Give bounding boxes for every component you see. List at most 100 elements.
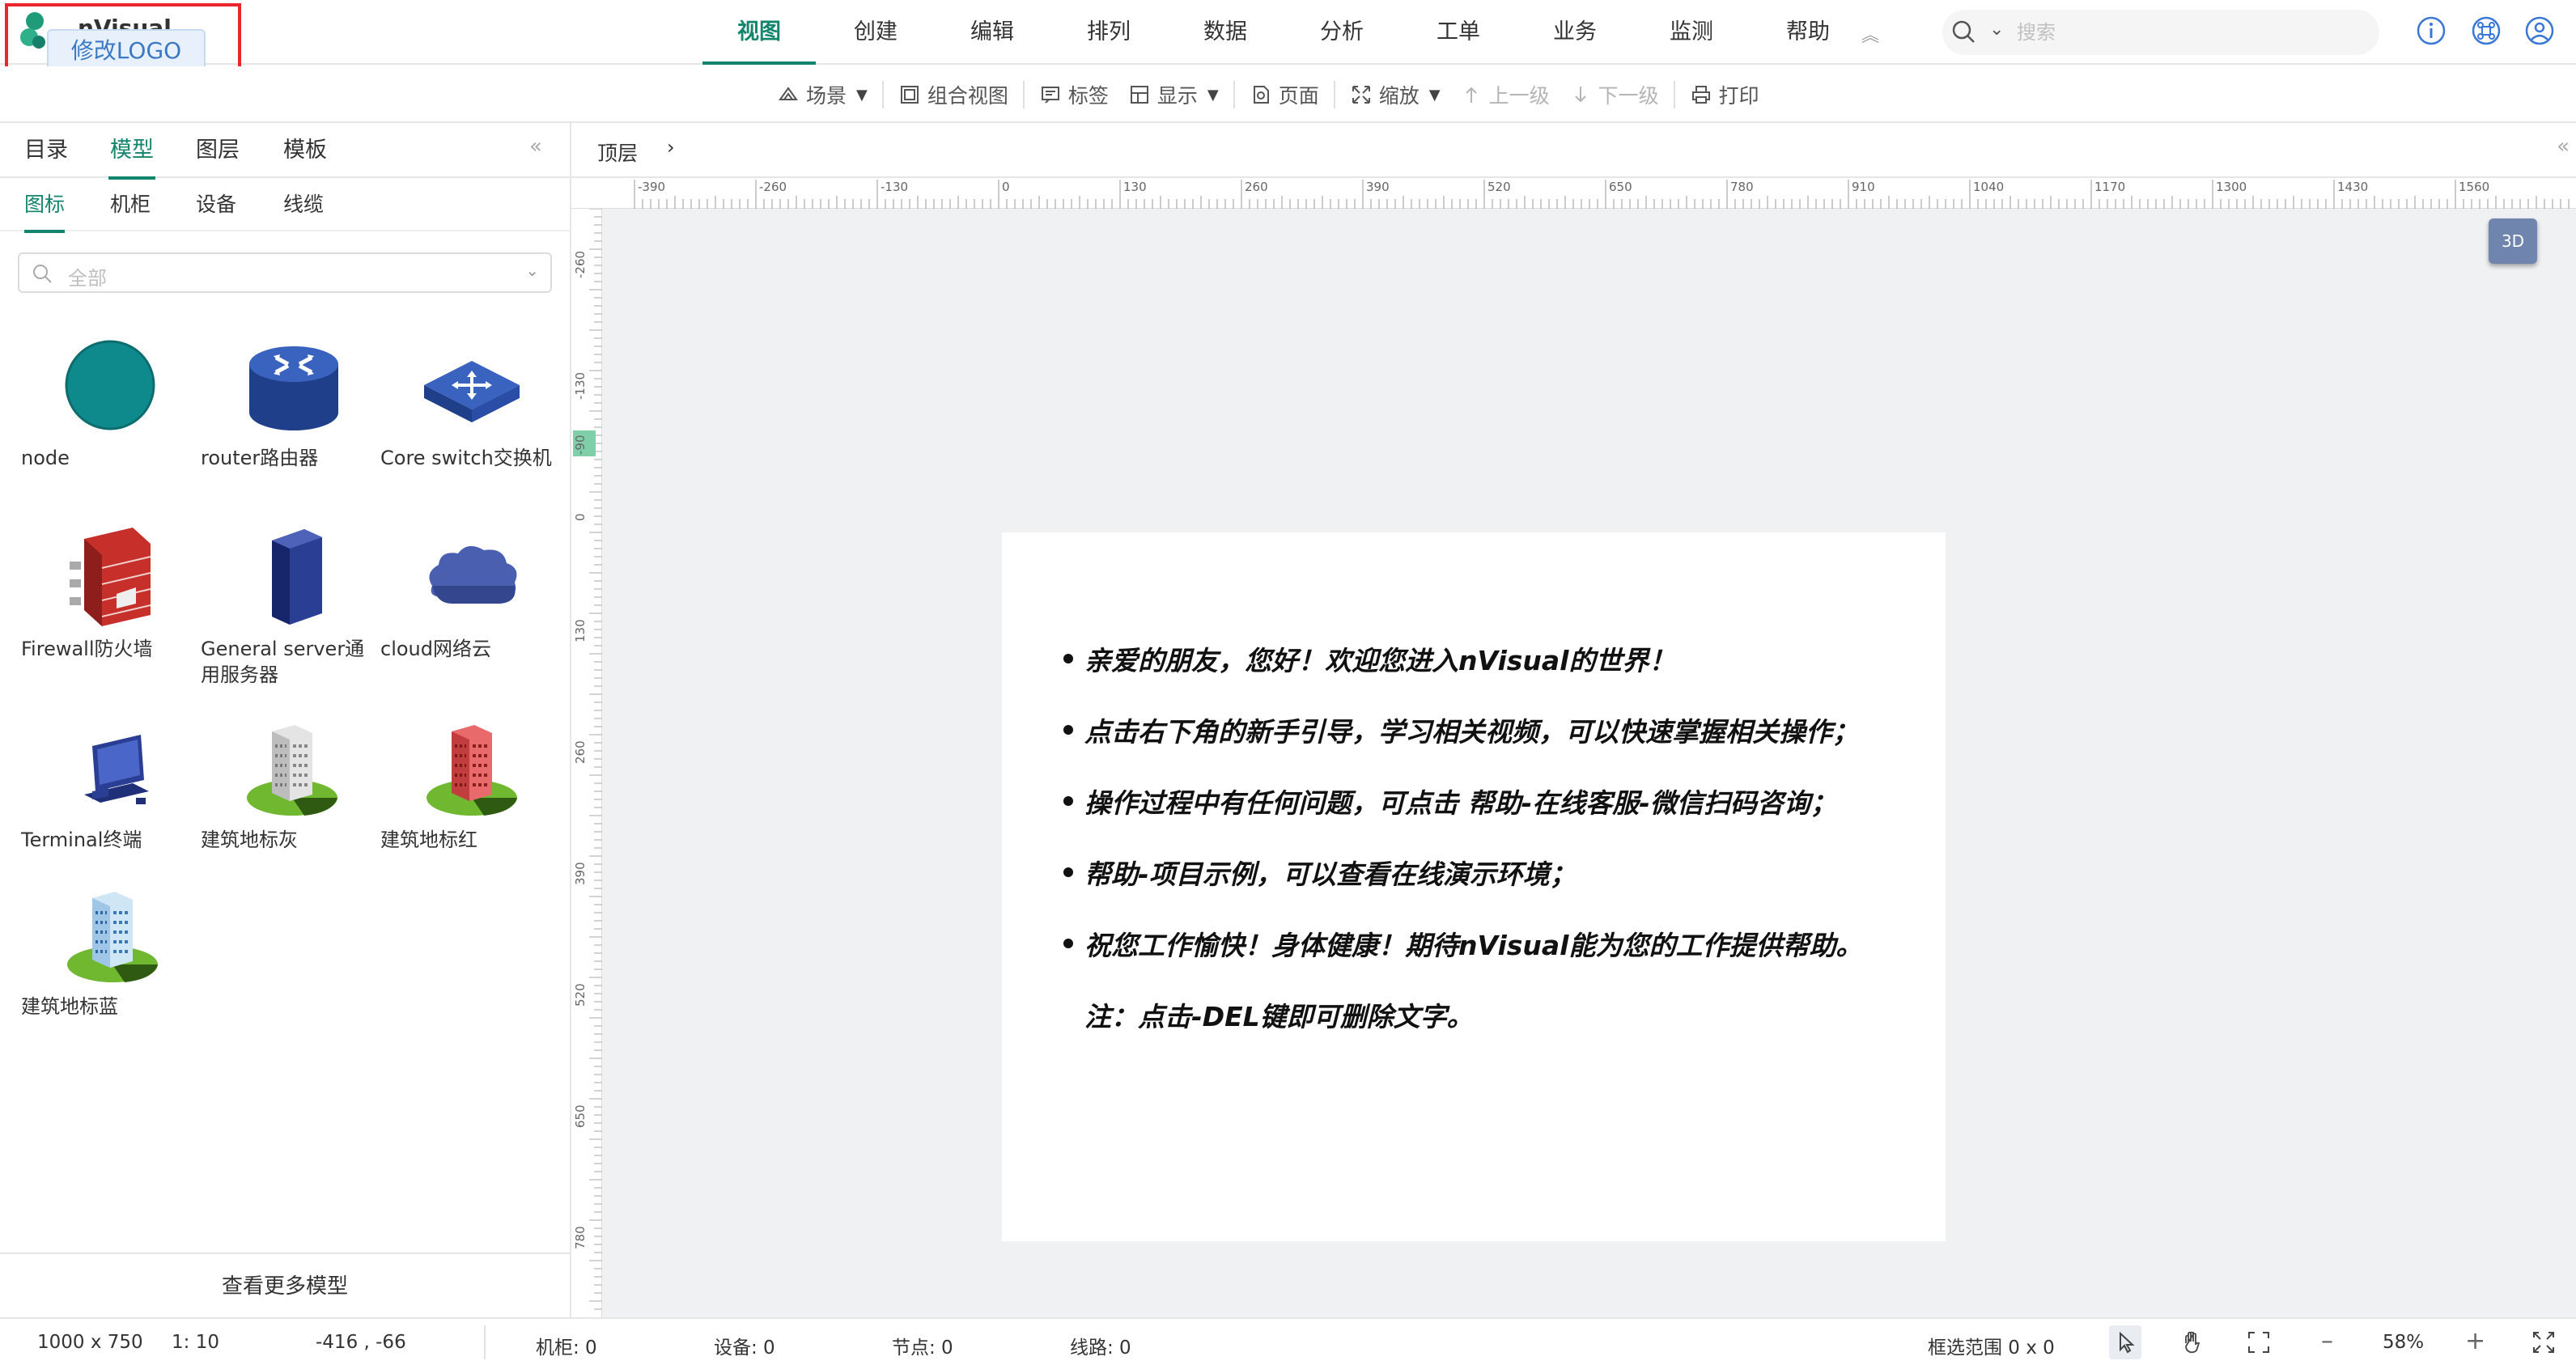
model-filter-select[interactable]: 全部 ⌄ <box>18 252 552 293</box>
scene-button[interactable]: 场景 ▼ <box>767 66 877 123</box>
ruler-label: 910 <box>1852 180 1875 194</box>
subtab-icon[interactable]: 图标 <box>24 178 66 233</box>
combined-view-button[interactable]: 组合视图 <box>889 66 1018 123</box>
menu-arrange[interactable]: 排列 <box>1050 0 1167 65</box>
print-label: 打印 <box>1718 84 1759 108</box>
collapse-up-icon[interactable]: ︽ <box>1861 21 1879 47</box>
tab-model[interactable]: 模型 <box>108 123 155 180</box>
pointer-icon[interactable] <box>2112 1329 2140 1356</box>
expand-icon[interactable] <box>2530 1329 2557 1356</box>
toolbar-divider <box>1022 81 1025 108</box>
chevron-down-icon[interactable]: ⌄ <box>1989 19 2004 40</box>
level-down-button[interactable]: 下一级 <box>1560 66 1669 123</box>
menu-monitor[interactable]: 监测 <box>1633 0 1750 65</box>
page-paper[interactable]: 亲爱的朋友，您好！欢迎您进入nVisual的世界！ 点击右下角的新手引导，学习相关… <box>1002 532 1946 1241</box>
view-more-models-button[interactable]: 查看更多模型 <box>0 1253 570 1317</box>
3d-view-button[interactable]: 3D <box>2489 218 2537 264</box>
note-line: 亲爱的朋友，您好！欢迎您进入nVisual的世界！ <box>1060 639 1934 710</box>
search-input[interactable] <box>2017 18 2357 47</box>
zoom-in-icon[interactable]: + <box>2465 1327 2485 1355</box>
page-button[interactable]: 页面 <box>1240 66 1329 123</box>
model-item-core-switch[interactable]: Core switch交换机 <box>380 332 558 518</box>
tab-catalog[interactable]: 目录 <box>24 123 68 178</box>
menu-workorder[interactable]: 工单 <box>1400 0 1517 65</box>
model-label: node <box>21 447 70 469</box>
menu-create[interactable]: 创建 <box>817 0 934 65</box>
menu-edit[interactable]: 编辑 <box>934 0 1050 65</box>
toolbar-divider <box>881 81 884 108</box>
hand-pan-icon[interactable] <box>2179 1329 2206 1356</box>
subtab-rack[interactable]: 机柜 <box>110 178 151 231</box>
ruler-label: 1560 <box>2459 180 2489 194</box>
model-item-firewall[interactable]: Firewall防火墙 <box>21 523 199 709</box>
ruler-label: 260 <box>573 740 588 764</box>
zoom-button[interactable]: 缩放 ▼ <box>1340 66 1450 123</box>
ruler-label: -130 <box>573 372 588 400</box>
ruler-label: -390 <box>638 180 665 194</box>
zoom-label: 缩放 <box>1378 84 1420 108</box>
model-label: 建筑地标红 <box>380 829 477 851</box>
toolbar-divider <box>1673 81 1675 108</box>
model-item-cloud[interactable]: cloud网络云 <box>380 523 558 709</box>
menu-data[interactable]: 数据 <box>1167 0 1284 65</box>
menu-help[interactable]: 帮助 <box>1750 0 1866 65</box>
bullet-icon <box>1063 725 1073 735</box>
scene-icon <box>779 87 798 100</box>
ruler-label: 130 <box>573 619 588 642</box>
breadcrumb-top-level[interactable]: 顶层 <box>597 138 638 167</box>
router-icon <box>249 346 338 430</box>
user-icon[interactable] <box>2523 15 2556 47</box>
model-item-node[interactable]: node <box>21 332 199 518</box>
display-icon <box>1130 86 1148 104</box>
model-label: router路由器 <box>201 447 319 469</box>
zoom-out-icon[interactable]: – <box>2321 1327 2333 1355</box>
info-icon[interactable] <box>2415 15 2447 47</box>
subtab-device[interactable]: 设备 <box>196 178 236 231</box>
search-icon[interactable] <box>1950 19 1978 46</box>
display-button[interactable]: 显示 ▼ <box>1118 66 1229 123</box>
fit-screen-icon[interactable] <box>2245 1329 2273 1356</box>
ruler-label: 260 <box>1245 180 1268 194</box>
model-item-building-red[interactable]: 建筑地标红 <box>380 714 558 900</box>
note-text: 操作过程中有任何问题，可点击 帮助-在线客服-微信扫码咨询； <box>1084 787 1837 819</box>
subtab-cable[interactable]: 线缆 <box>283 178 324 231</box>
bullet-icon <box>1063 796 1073 806</box>
building-blue-icon <box>67 892 158 982</box>
command-icon[interactable] <box>2470 15 2502 47</box>
chevron-right-icon[interactable]: › <box>667 136 675 159</box>
collapse-left-icon[interactable]: « <box>529 134 542 159</box>
model-item-building-gray[interactable]: 建筑地标灰 <box>201 714 379 900</box>
label-button[interactable]: 标签 <box>1029 66 1118 123</box>
note-line: 祝您工作愉快！身体健康！期待nVisual能为您的工作提供帮助。 <box>1060 924 1934 995</box>
model-label: 建筑地标灰 <box>201 829 298 851</box>
collapse-right-icon[interactable]: « <box>2557 134 2570 159</box>
print-button[interactable]: 打印 <box>1680 66 1769 123</box>
menu-view[interactable]: 视图 <box>701 0 817 65</box>
model-item-router[interactable]: router路由器 <box>201 332 379 518</box>
note-text: 亲爱的朋友，您好！欢迎您进入nVisual的世界！ <box>1084 645 1676 676</box>
caret-down-icon: ▼ <box>1428 86 1441 104</box>
welcome-note[interactable]: 亲爱的朋友，您好！欢迎您进入nVisual的世界！ 点击右下角的新手引导，学习相关… <box>1060 639 1934 1066</box>
left-panel: 目录 模型 图层 模板 « 图标 机柜 设备 线缆 全部 ⌄ node rout… <box>0 123 571 1317</box>
ruler-horizontal: -390 -260 -130 0 130 260 390 520 650 780 910 1040 11… <box>571 178 2576 209</box>
ruler-label: 0 <box>1002 180 1010 194</box>
model-label: cloud网络云 <box>380 638 491 660</box>
model-item-building-blue[interactable]: 建筑地标蓝 <box>21 880 199 1066</box>
model-label: Core switch交换机 <box>380 447 552 469</box>
ruler-label: 650 <box>1609 180 1632 194</box>
tab-layer[interactable]: 图层 <box>196 123 240 178</box>
scale-readout: 1: 10 <box>172 1332 219 1353</box>
menu-analysis[interactable]: 分析 <box>1284 0 1400 65</box>
ruler-label: -90 <box>573 435 588 456</box>
note-text: 注：点击-DEL键即可删除文字。 <box>1084 1001 1474 1032</box>
menu-business[interactable]: 业务 <box>1517 0 1633 65</box>
device-count: 设备: 0 <box>714 1337 775 1359</box>
model-item-server[interactable]: General server通用服务器 <box>201 523 379 709</box>
drawing-canvas[interactable]: 3D 亲爱的朋友，您好！欢迎您进入nVisual的世界！ 点击右下角的新手引导，学… <box>602 209 2576 1317</box>
scene-label: 场景 <box>806 84 847 108</box>
tab-template[interactable]: 模板 <box>283 123 327 178</box>
note-line: 点击右下角的新手引导，学习相关视频，可以快速掌握相关操作； <box>1060 710 1934 782</box>
caret-down-icon: ▼ <box>856 86 868 104</box>
level-up-button[interactable]: 上一级 <box>1450 66 1560 123</box>
model-item-terminal[interactable]: Terminal终端 <box>21 714 199 900</box>
